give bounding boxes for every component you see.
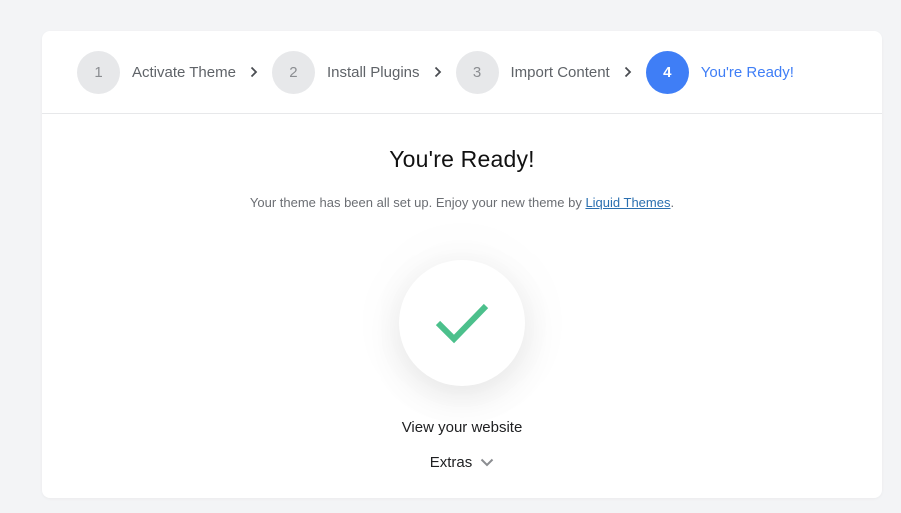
step-number: 3 [455, 50, 499, 94]
chevron-right-icon [613, 66, 643, 78]
step-label: You're Ready! [700, 63, 794, 81]
extras-toggle[interactable]: Extras [430, 454, 495, 471]
step-activate-theme[interactable]: 1 Activate Theme [77, 50, 236, 94]
step-label: Import Content [510, 63, 610, 81]
wizard-stepper: 1 Activate Theme 2 Install Plugins 3 Imp… [42, 31, 882, 114]
page-title: You're Ready! [389, 146, 535, 172]
checkmark-icon [435, 303, 489, 344]
liquid-themes-link[interactable]: Liquid Themes [585, 195, 670, 210]
step-number: 1 [77, 50, 120, 94]
step-number: 4 [645, 50, 689, 94]
step-install-plugins[interactable]: 2 Install Plugins [271, 50, 420, 94]
setup-wizard-card: 1 Activate Theme 2 Install Plugins 3 Imp… [42, 31, 882, 498]
step-youre-ready[interactable]: 4 You're Ready! [645, 50, 794, 94]
step-number: 2 [271, 50, 315, 94]
view-website-link[interactable]: View your website [402, 419, 523, 436]
chevron-right-icon [239, 66, 269, 78]
step-import-content[interactable]: 3 Import Content [455, 50, 610, 94]
chevron-right-icon [423, 66, 453, 78]
success-badge [399, 260, 525, 386]
ready-panel: You're Ready! Your theme has been all se… [42, 146, 882, 472]
extras-label: Extras [429, 454, 473, 471]
subtitle: Your theme has been all set up. Enjoy yo… [42, 195, 882, 210]
subtitle-text: Your theme has been all set up. Enjoy yo… [249, 195, 586, 210]
subtitle-suffix: . [670, 195, 675, 210]
chevron-down-icon [481, 458, 494, 467]
step-label: Install Plugins [326, 63, 420, 81]
step-label: Activate Theme [132, 63, 236, 81]
